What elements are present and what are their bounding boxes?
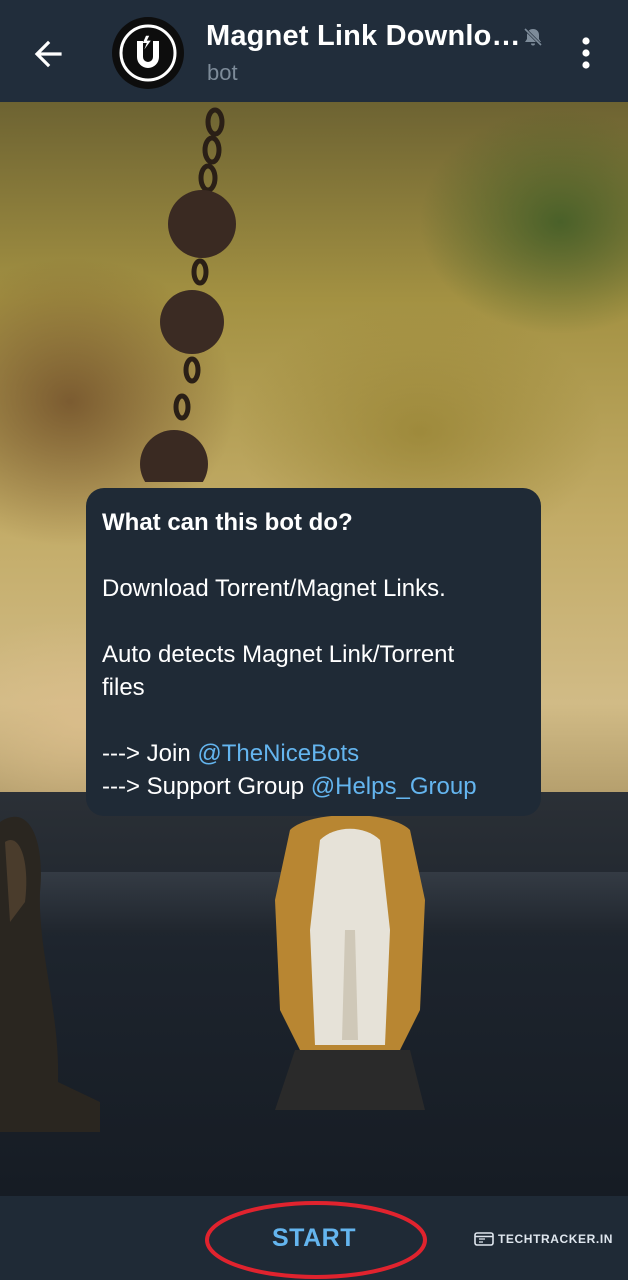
support-group-link[interactable]: @Helps_Group [311, 773, 477, 800]
magnet-icon [119, 24, 177, 82]
bot-avatar[interactable] [112, 17, 184, 89]
figurine-left-image [0, 816, 100, 1132]
watermark: TECHTRACKER.IN [474, 1232, 613, 1246]
statue-image [275, 815, 425, 1110]
start-button[interactable]: START [214, 1210, 414, 1266]
join-line: ---> Join @TheNiceBots [102, 737, 525, 770]
arrow-left-icon [34, 40, 62, 68]
support-line: ---> Support Group @Helps_Group [102, 770, 525, 803]
more-menu-button[interactable] [566, 30, 606, 76]
bot-info-heading: What can this bot do? [102, 509, 353, 536]
chat-header: Magnet Link Downlo… bot [0, 0, 628, 102]
bot-info-line: Download Torrent/Magnet Links. [102, 575, 446, 602]
chat-title: Magnet Link Downlo… [206, 20, 521, 52]
hanging-ornament-image [140, 107, 236, 482]
back-button[interactable] [22, 28, 74, 80]
chat-subtitle: bot [207, 60, 238, 85]
join-prefix: ---> Join [102, 740, 198, 767]
bottom-bar: START TECHTRACKER.IN [0, 1196, 628, 1280]
support-prefix: ---> Support Group [102, 773, 311, 800]
bell-muted-icon [523, 27, 543, 47]
more-vertical-icon [582, 37, 590, 69]
browser-window-icon [474, 1232, 494, 1246]
bot-info-line: files [102, 674, 145, 701]
bot-info-line: Auto detects Magnet Link/Torrent [102, 641, 455, 668]
join-channel-link[interactable]: @TheNiceBots [197, 740, 359, 767]
watermark-text: TECHTRACKER.IN [498, 1232, 614, 1246]
bot-info-bubble: What can this bot do? Download Torrent/M… [86, 488, 541, 816]
